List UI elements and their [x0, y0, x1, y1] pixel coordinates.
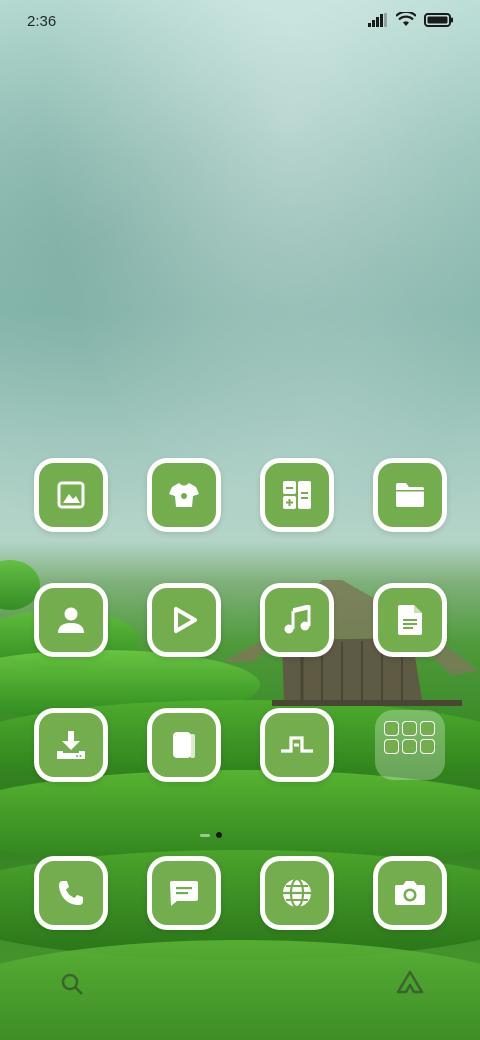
dock-messages[interactable] — [147, 856, 221, 930]
camera-icon — [395, 881, 425, 905]
app-recorder[interactable] — [260, 708, 334, 782]
app-video-player[interactable] — [147, 583, 221, 657]
home-screen: 2:36 — [0, 0, 480, 1040]
folder-grid-icon — [402, 739, 417, 754]
message-icon — [170, 881, 198, 906]
calculator-icon — [283, 481, 311, 509]
document-icon — [398, 605, 422, 635]
app-calculator[interactable] — [260, 458, 334, 532]
phone-icon — [59, 881, 83, 905]
wifi-icon — [396, 12, 416, 26]
folder-grid-icon — [402, 721, 417, 736]
folder-grid-icon — [420, 721, 435, 736]
search-icon[interactable] — [60, 972, 84, 996]
play-icon — [174, 607, 197, 633]
app-music[interactable] — [260, 583, 334, 657]
page-indicator-active[interactable] — [216, 832, 222, 838]
person-icon — [58, 607, 84, 633]
dock-camera[interactable] — [373, 856, 447, 930]
image-icon — [57, 481, 85, 509]
signal-icon — [368, 12, 387, 27]
tshirt-icon — [169, 483, 199, 507]
dock-phone[interactable] — [34, 856, 108, 930]
folder-grid-icon — [420, 739, 435, 754]
download-icon — [57, 731, 85, 759]
app-gallery[interactable] — [34, 458, 108, 532]
notebook-icon — [173, 732, 195, 758]
status-time: 2:36 — [27, 13, 57, 30]
app-downloads[interactable] — [34, 708, 108, 782]
app-tools-folder[interactable] — [375, 710, 445, 780]
folder-grid-icon — [384, 721, 399, 736]
dock-browser[interactable] — [260, 856, 334, 930]
assistant-icon[interactable] — [396, 970, 424, 996]
waveform-icon — [281, 736, 313, 753]
music-note-icon — [284, 605, 311, 634]
status-bar: 2:36 — [0, 0, 480, 40]
battery-icon — [424, 12, 453, 27]
app-file-manager[interactable] — [373, 458, 447, 532]
folder-grid-icon — [384, 739, 399, 754]
app-notes[interactable] — [373, 583, 447, 657]
page-indicator-inactive[interactable] — [200, 833, 210, 837]
app-themes[interactable] — [147, 458, 221, 532]
app-notebook[interactable] — [147, 708, 221, 782]
globe-icon — [283, 877, 311, 909]
app-contacts[interactable] — [34, 583, 108, 657]
folder-icon — [396, 483, 424, 507]
page-indicator[interactable] — [200, 832, 222, 838]
